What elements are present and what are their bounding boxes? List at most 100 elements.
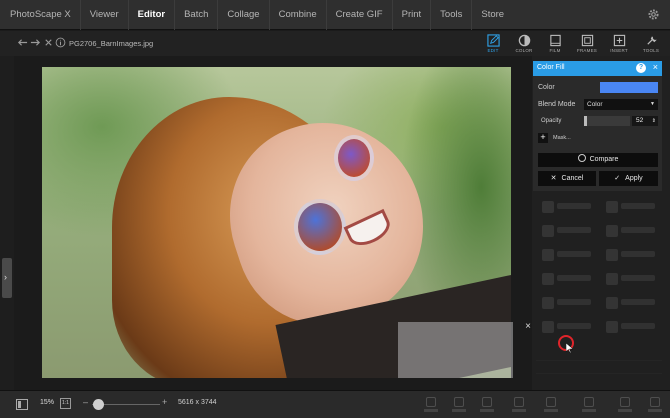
sunglasses-lens <box>294 199 346 255</box>
film-icon <box>549 34 561 47</box>
tab-tools[interactable]: TOOLS <box>636 32 666 56</box>
tab-insert[interactable]: INSERT <box>604 32 634 56</box>
sunglasses-lens <box>334 135 374 181</box>
menu-viewer[interactable]: Viewer <box>81 0 129 30</box>
expand-panel-handle[interactable]: › <box>2 258 12 298</box>
cancel-label: Cancel <box>561 175 584 182</box>
compare-button[interactable]: Compare <box>538 153 658 167</box>
panel-toggle-icon[interactable] <box>16 399 28 410</box>
tab-color[interactable]: COLOR <box>509 32 539 56</box>
dimmed-tool <box>604 294 660 312</box>
opacity-slider[interactable] <box>584 116 630 126</box>
redo-button[interactable] <box>478 396 496 414</box>
dimmed-tool <box>540 198 596 216</box>
tab-label: COLOR <box>515 48 533 53</box>
dimmed-tool <box>604 318 660 336</box>
chevron-right-icon: › <box>4 272 7 282</box>
close-icon[interactable] <box>43 37 54 48</box>
color-swatch[interactable] <box>600 82 658 93</box>
tab-label: EDIT <box>487 48 499 53</box>
menu-print[interactable]: Print <box>393 0 432 30</box>
forward-arrow-icon[interactable] <box>30 37 41 48</box>
menu-photoscape-x[interactable]: PhotoScape X <box>0 0 81 30</box>
dimmed-tool <box>540 246 596 264</box>
tab-label: INSERT <box>610 48 628 53</box>
insert-icon <box>613 34 625 47</box>
apply-label: Apply <box>625 175 643 182</box>
zoom-in-button[interactable]: + <box>162 397 167 407</box>
undo-button[interactable] <box>422 396 440 414</box>
dimmed-tool <box>540 318 596 336</box>
compare-label: Compare <box>589 156 619 163</box>
zoom-level: 15% <box>40 399 55 406</box>
mouse-cursor-icon <box>566 343 574 353</box>
save-button[interactable] <box>616 396 634 414</box>
info-icon[interactable] <box>55 37 66 48</box>
dimmed-tool <box>604 222 660 240</box>
left-panel-strip: › <box>0 56 14 390</box>
help-icon[interactable]: ? <box>636 63 646 73</box>
menu-combine[interactable]: Combine <box>270 0 327 30</box>
gear-icon[interactable] <box>647 8 660 21</box>
file-name: PG2706_BarnImages.jpg <box>69 39 154 48</box>
zoom-slider-knob[interactable] <box>93 399 104 410</box>
main-menu-bar: PhotoScape X Viewer Editor Batch Collage… <box>0 0 670 30</box>
actual-size-button[interactable]: 1:1 <box>60 398 71 409</box>
tab-label: FRAMES <box>577 48 597 53</box>
original-button[interactable] <box>510 396 528 414</box>
blend-mode-label: Blend Mode <box>538 101 576 108</box>
history-button[interactable] <box>542 396 560 414</box>
checkmark-icon: ✓ <box>614 175 621 182</box>
close-icon[interactable]: × <box>653 62 658 72</box>
status-bar: 15% 1:1 – + 5616 x 3744 <box>0 390 670 418</box>
opacity-value-field[interactable]: 52 ⇕ <box>632 116 658 126</box>
dimmed-tool-list <box>540 196 662 346</box>
menu-store[interactable]: Store <box>472 0 513 30</box>
tab-label: TOOLS <box>642 48 660 53</box>
back-arrow-icon[interactable] <box>17 37 28 48</box>
dimmed-tool <box>604 270 660 288</box>
apply-button[interactable]: ✓ Apply <box>599 171 658 186</box>
cancel-x-icon: ✕ <box>550 175 557 182</box>
color-fill-title: Color Fill <box>537 64 565 71</box>
undo-all-button[interactable] <box>450 396 468 414</box>
tab-frames[interactable]: FRAMES <box>572 32 602 56</box>
frames-icon <box>581 34 593 47</box>
dimmed-tool <box>540 294 596 312</box>
color-label: Color <box>538 84 555 91</box>
dimmed-tool <box>604 198 660 216</box>
bottom-action-buttons <box>420 394 670 416</box>
dimmed-tool <box>540 270 596 288</box>
dimmed-row <box>536 373 662 385</box>
dimmed-tool <box>540 222 596 240</box>
menu-tools[interactable]: Tools <box>431 0 473 30</box>
opacity-label: Opacity <box>541 118 562 124</box>
tab-label: FILM <box>549 48 561 53</box>
editor-toolbar: PG2706_BarnImages.jpg EDIT COLOR FILM FR… <box>0 31 670 56</box>
more-button[interactable] <box>646 396 664 414</box>
overlay-preview-box <box>398 322 513 378</box>
add-mask-button[interactable]: + <box>538 133 548 143</box>
edit-icon <box>486 34 500 47</box>
color-icon <box>518 34 530 47</box>
menu-editor[interactable]: Editor <box>129 0 176 30</box>
dimmed-tool <box>604 246 660 264</box>
tab-film[interactable]: FILM <box>540 32 570 56</box>
cancel-button[interactable]: ✕ Cancel <box>538 171 596 186</box>
opacity-value: 52 <box>636 117 644 124</box>
compare-icon <box>577 154 586 162</box>
color-fill-header: Color Fill ? × <box>533 61 662 76</box>
mask-label[interactable]: Mask... <box>553 135 571 141</box>
stepper-icon[interactable]: ⇕ <box>652 116 656 126</box>
dimmed-row <box>536 360 662 372</box>
tab-edit[interactable]: EDIT <box>478 32 508 56</box>
share-button[interactable] <box>580 396 598 414</box>
menu-collage[interactable]: Collage <box>218 0 270 30</box>
tools-icon <box>646 36 657 45</box>
image-dimensions: 5616 x 3744 <box>178 399 217 406</box>
chevron-down-icon: ▼ <box>650 101 655 107</box>
menu-batch[interactable]: Batch <box>175 0 219 30</box>
zoom-out-button[interactable]: – <box>83 397 88 407</box>
blend-mode-select[interactable]: Color ▼ <box>584 99 658 110</box>
menu-create-gif[interactable]: Create GIF <box>327 0 393 30</box>
